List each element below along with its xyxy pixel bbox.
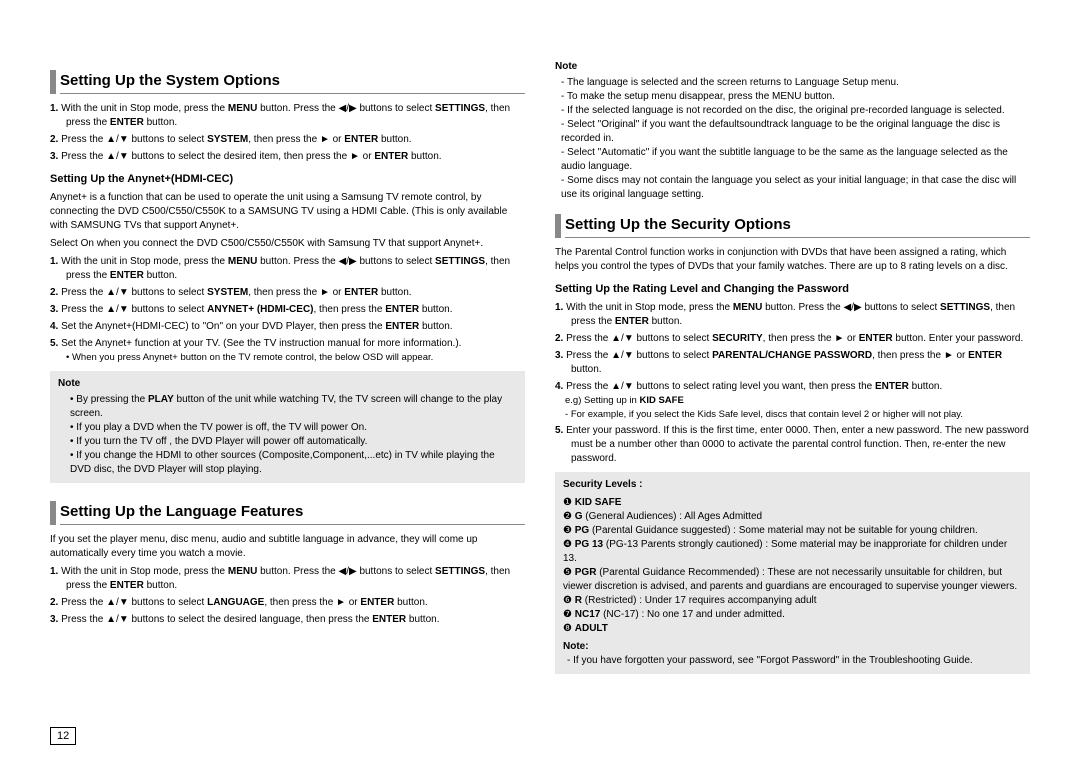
- note-item: The language is selected and the screen …: [561, 76, 1030, 90]
- note-item: Some discs may not contain the language …: [561, 174, 1030, 202]
- level-item: ❺ PGR (Parental Guidance Recommended) : …: [563, 566, 1022, 594]
- security-intro: The Parental Control function works in c…: [555, 246, 1030, 274]
- title-text: Setting Up the Security Options: [565, 214, 1030, 238]
- page-number: 12: [50, 727, 76, 745]
- step-extra: • When you press Anynet+ button on the T…: [82, 351, 525, 364]
- two-column-layout: Setting Up the System Options 1. With th…: [50, 60, 1030, 717]
- step-item: 4. Press the ▲/▼ buttons to select ratin…: [555, 380, 1030, 421]
- security-levels-box: Security Levels : ❶ KID SAFE ❷ G (Genera…: [555, 472, 1030, 674]
- step-item: 3. Press the ▲/▼ buttons to select PAREN…: [555, 349, 1030, 377]
- language-steps: 1. With the unit in Stop mode, press the…: [50, 565, 525, 627]
- level-item: ❼ NC17 (NC-17) : No one 17 and under adm…: [563, 608, 1022, 622]
- note-text: If you have forgotten your password, see…: [567, 654, 1022, 668]
- page-footer: 12: [50, 717, 1030, 745]
- left-column: Setting Up the System Options 1. With th…: [50, 60, 525, 717]
- security-steps: 1. With the unit in Stop mode, press the…: [555, 301, 1030, 466]
- right-column: Note The language is selected and the sc…: [555, 60, 1030, 717]
- step-item: 1. With the unit in Stop mode, press the…: [555, 301, 1030, 329]
- security-levels-list: ❶ KID SAFE ❷ G (General Audiences) : All…: [563, 496, 1022, 636]
- step4-extra: e.g) Setting up in KID SAFE: [581, 394, 1030, 407]
- subtitle-rating: Setting Up the Rating Level and Changing…: [555, 282, 1030, 297]
- note-item: If you turn the TV off , the DVD Player …: [70, 435, 517, 449]
- note-list: The language is selected and the screen …: [555, 76, 1030, 202]
- note-list: By pressing the PLAY button of the unit …: [58, 393, 517, 477]
- note-item: Select "Automatic" if you want the subti…: [561, 146, 1030, 174]
- level-item: ❷ G (General Audiences) : All Ages Admit…: [563, 510, 1022, 524]
- anynet-steps: 1. With the unit in Stop mode, press the…: [50, 255, 525, 364]
- subtitle-anynet: Setting Up the Anynet+(HDMI-CEC): [50, 172, 525, 187]
- security-levels-title: Security Levels :: [563, 478, 1022, 492]
- note-item: Select "Original" if you want the defaul…: [561, 118, 1030, 146]
- step-item: 2. Press the ▲/▼ buttons to select LANGU…: [50, 596, 525, 610]
- section-title-security: Setting Up the Security Options: [555, 214, 1030, 238]
- step-item: 3. Press the ▲/▼ buttons to select ANYNE…: [50, 303, 525, 317]
- step-item: 2. Press the ▲/▼ buttons to select SECUR…: [555, 332, 1030, 346]
- level-item: ❽ ADULT: [563, 622, 1022, 636]
- language-intro: If you set the player menu, disc menu, a…: [50, 533, 525, 561]
- note-item: If the selected language is not recorded…: [561, 104, 1030, 118]
- step-item: 1. With the unit in Stop mode, press the…: [50, 565, 525, 593]
- step-item: 4. Set the Anynet+(HDMI-CEC) to "On" on …: [50, 320, 525, 334]
- title-text: Setting Up the Language Features: [60, 501, 525, 525]
- title-text: Setting Up the System Options: [60, 70, 525, 94]
- note-language-cont: Note The language is selected and the sc…: [555, 60, 1030, 202]
- level-item: ❹ PG 13 (PG-13 Parents strongly cautione…: [563, 538, 1022, 566]
- document-page: Setting Up the System Options 1. With th…: [0, 0, 1080, 775]
- note-label: Note: [58, 377, 517, 391]
- section-title-system: Setting Up the System Options: [50, 70, 525, 94]
- level-item: ❶ KID SAFE: [563, 496, 1022, 510]
- step4-extra2: For example, if you select the Kids Safe…: [581, 408, 1030, 421]
- step-item: 5. Enter your password. If this is the f…: [555, 424, 1030, 466]
- note-item: If you change the HDMI to other sources …: [70, 449, 517, 477]
- note-item: If you play a DVD when the TV power is o…: [70, 421, 517, 435]
- level-item: ❻ R (Restricted) : Under 17 requires acc…: [563, 594, 1022, 608]
- note-item: By pressing the PLAY button of the unit …: [70, 393, 517, 421]
- section-title-language: Setting Up the Language Features: [50, 501, 525, 525]
- step-item: 5. Set the Anynet+ function at your TV. …: [50, 337, 525, 364]
- note-label: Note:: [563, 640, 1022, 654]
- level-item: ❸ PG (Parental Guidance suggested) : Som…: [563, 524, 1022, 538]
- anynet-desc: Anynet+ is a function that can be used t…: [50, 191, 525, 233]
- step-item: 2. Press the ▲/▼ buttons to select SYSTE…: [50, 133, 525, 147]
- system-steps: 1. With the unit in Stop mode, press the…: [50, 102, 525, 164]
- step-item: 1. With the unit in Stop mode, press the…: [50, 255, 525, 283]
- anynet-desc2: Select On when you connect the DVD C500/…: [50, 237, 525, 251]
- step-item: 1. With the unit in Stop mode, press the…: [50, 102, 525, 130]
- step-item: 3. Press the ▲/▼ buttons to select the d…: [50, 613, 525, 627]
- note-label: Note: [555, 60, 1030, 74]
- note-item: To make the setup menu disappear, press …: [561, 90, 1030, 104]
- step-item: 2. Press the ▲/▼ buttons to select SYSTE…: [50, 286, 525, 300]
- step-item: 3. Press the ▲/▼ buttons to select the d…: [50, 150, 525, 164]
- note-box-system: Note By pressing the PLAY button of the …: [50, 371, 525, 483]
